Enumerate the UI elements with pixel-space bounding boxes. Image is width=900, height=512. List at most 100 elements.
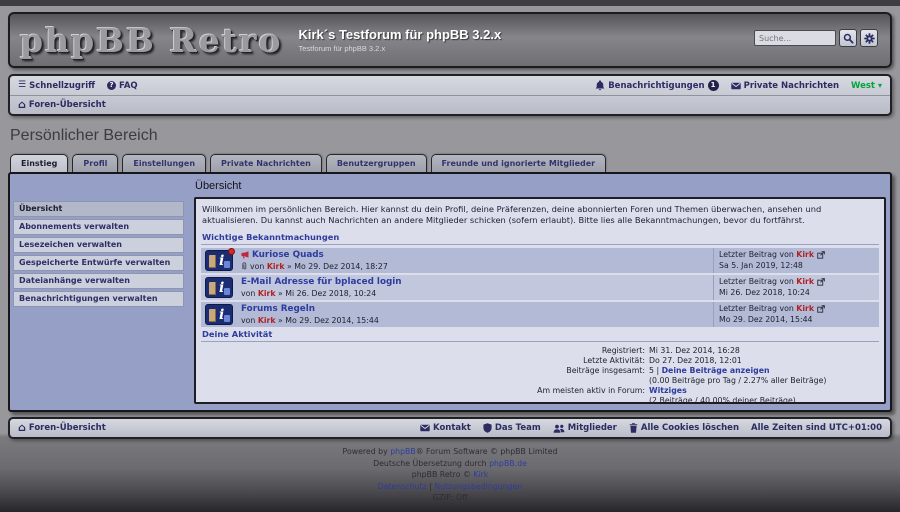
ucp-sidebar: Übersicht Abonnements verwalten Lesezeic… [13,201,184,309]
stat-label: Registriert: [201,346,649,356]
page-title: Persönlicher Bereich [10,127,892,145]
last-post-cell: Letzter Beitrag von Kirk Mo 29. Dez 2014… [713,302,879,327]
users-icon [553,424,565,433]
tab-bar: Einstieg Profil Einstellungen Private Na… [10,154,892,172]
activity-heading-link[interactable]: Deine Aktivität [201,329,879,342]
site-header: phpBB Retro Kirk´s Testforum für phpBB 3… [8,12,892,68]
welcome-text: Willkommen im persönlichen Bereich. Hier… [202,204,878,226]
tab-einstellungen[interactable]: Einstellungen [122,154,206,172]
stat-label: Beiträge insgesamt: [201,366,649,386]
last-post-cell: Letzter Beitrag von Kirk Sa 5. Jan 2019,… [713,248,879,273]
announcement-row: i Kuriose Quads [201,248,879,273]
breadcrumb: ⌂ Foren-Übersicht [10,95,890,114]
page: phpBB Retro Kirk´s Testforum für phpBB 3… [0,0,900,504]
panel-heading: Übersicht [195,180,886,192]
sidebar-item-abonnements[interactable]: Abonnements verwalten [13,219,184,235]
topic-title-link[interactable]: E-Mail Adresse für bplaced login [241,277,402,287]
ucp-content: Übersicht Willkommen im persönlichen Ber… [187,174,890,408]
stat-value: Do 27. Dez 2018, 12:01 [649,356,742,366]
tab-private-nachrichten[interactable]: Private Nachrichten [210,154,322,172]
author-link[interactable]: Kirk [267,262,285,271]
navbar-top-row: ☰ Schnellzugriff ? FAQ Benachrichtigunge… [10,76,890,95]
overview-box: Willkommen im persönlichen Bereich. Hier… [194,197,886,404]
home-icon: ⌂ [18,422,26,433]
stat-label: Am meisten aktiv in Forum: [201,386,649,404]
announcements-heading-link[interactable]: Wichtige Bekanntmachungen [201,232,879,245]
topic-icon: i [201,302,237,327]
topic-title-link[interactable]: Forums Regeln [241,304,315,314]
goto-post-icon[interactable] [817,251,825,259]
username: West [851,81,875,91]
show-posts-link[interactable]: Deine Beiträge anzeigen [662,366,770,375]
user-menu[interactable]: West ▾ [851,81,882,91]
search-options-button[interactable] [860,29,878,47]
question-icon: ? [107,81,116,90]
sidebar-item-lesezeichen[interactable]: Lesezeichen verwalten [13,237,184,253]
bell-icon [595,80,605,91]
activity-stats: Registriert: Mi 31. Dez 2014, 16:28 Letz… [201,346,879,404]
sidebar-item-benachrichtigungen[interactable]: Benachrichtigungen verwalten [13,291,184,307]
style-author-link[interactable]: Kirk [473,470,488,479]
private-messages-link[interactable]: Private Nachrichten [731,81,839,91]
tab-benutzergruppen[interactable]: Benutzergruppen [326,154,427,172]
credit-line-legal: Datenschutz | Nutzungsbedingungen [8,481,892,493]
goto-post-icon[interactable] [817,305,825,313]
privacy-link[interactable]: Datenschutz [378,482,427,491]
site-meta: Kirk´s Testforum für phpBB 3.2.x Testfor… [298,27,501,53]
trash-icon [629,423,638,433]
gear-icon [864,33,875,44]
envelope-icon [420,424,430,432]
credit-line-powered: Powered by phpBB® Forum Software © phpBB… [8,446,892,458]
paperclip-icon [241,262,248,271]
author-link[interactable]: Kirk [258,316,276,325]
tab-einstieg[interactable]: Einstieg [10,154,68,172]
notifications-link[interactable]: Benachrichtigungen 1 [595,80,718,91]
search-icon [843,33,854,44]
sidebar-item-dateianhaenge[interactable]: Dateianhänge verwalten [13,273,184,289]
goto-post-icon[interactable] [817,278,825,286]
active-forum-link[interactable]: Witziges [649,386,687,395]
announcement-row: i Forums Regeln von Kirk » Mo 29. Dez 20… [201,302,879,327]
search-bar [754,29,878,47]
faq-link[interactable]: ? FAQ [107,81,138,91]
sidebar-item-uebersicht[interactable]: Übersicht [13,201,184,217]
timezone-text: Alle Zeiten sind UTC+01:00 [751,423,882,433]
stat-value: 5 | Deine Beiträge anzeigen (0.00 Beiträ… [649,366,826,386]
author-link[interactable]: Kirk [258,289,276,298]
last-post-author-link[interactable]: Kirk [796,277,814,286]
credit-line-translation: Deutsche Übersetzung durch phpBB.de [8,458,892,470]
announcement-icon [241,251,249,259]
tab-profil[interactable]: Profil [72,154,118,172]
hamburger-icon: ☰ [18,81,26,90]
search-input[interactable] [754,30,836,46]
stat-value: Mi 31. Dez 2014, 16:28 [649,346,740,356]
phpbb-de-link[interactable]: phpBB.de [489,459,527,468]
quick-links-menu[interactable]: ☰ Schnellzugriff [18,81,95,91]
chevron-down-icon: ▾ [878,82,882,90]
sidebar-item-entwuerfe[interactable]: Gespeicherte Entwürfe verwalten [13,255,184,271]
team-link[interactable]: Das Team [483,423,541,433]
phpbb-link[interactable]: phpBB [390,447,416,456]
stat-label: Letzte Aktivität: [201,356,649,366]
contact-link[interactable]: Kontakt [420,423,471,433]
terms-link[interactable]: Nutzungsbedingungen [434,482,522,491]
search-submit-button[interactable] [839,29,857,47]
site-credits: Powered by phpBB® Forum Software © phpBB… [8,439,892,504]
shield-icon [483,423,492,433]
site-logo[interactable]: phpBB Retro [20,21,282,60]
last-post-cell: Letzter Beitrag von Kirk Mi 26. Dez 2018… [713,275,879,300]
footer-home-link[interactable]: ⌂ Foren-Übersicht [18,423,106,433]
last-post-author-link[interactable]: Kirk [796,250,814,259]
stat-value: Witziges (2 Beiträge / 40.00% deiner Bei… [649,386,796,404]
members-link[interactable]: Mitglieder [553,423,617,433]
ucp-panel: Übersicht Abonnements verwalten Lesezeic… [8,172,892,412]
notification-count-badge: 1 [708,80,719,91]
topic-title-link[interactable]: Kuriose Quads [252,250,324,260]
delete-cookies-link[interactable]: Alle Cookies löschen [629,423,739,433]
navbar: ☰ Schnellzugriff ? FAQ Benachrichtigunge… [8,74,892,116]
last-post-author-link[interactable]: Kirk [796,304,814,313]
tab-freunde[interactable]: Freunde und ignorierte Mitglieder [431,154,607,172]
breadcrumb-home-link[interactable]: ⌂ Foren-Übersicht [18,100,106,110]
announcement-row: i E-Mail Adresse für bplaced login von K… [201,275,879,300]
credit-line-gzip: GZIP: Off [8,492,892,504]
